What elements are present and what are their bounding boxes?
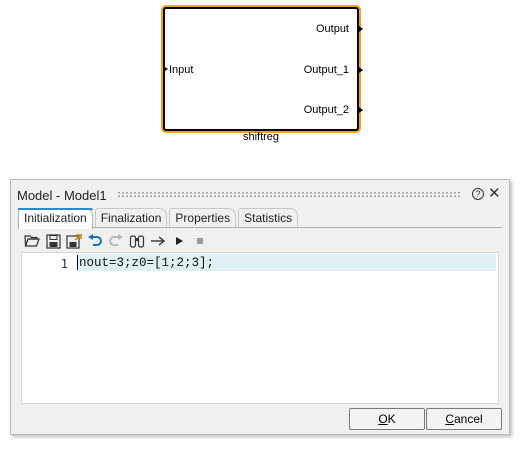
undo-icon[interactable] [85,232,105,250]
output-2-port-label: Output_2 [303,104,349,116]
save-icon[interactable] [43,232,63,250]
cancel-button[interactable]: Cancel [426,408,502,430]
find-icon[interactable] [127,232,147,250]
tab-bar: Initialization Finalization Properties S… [18,208,300,229]
output-1-port-label: Output_1 [303,64,349,76]
output-port-arrow [359,26,363,32]
tab-initialization[interactable]: Initialization [18,208,93,229]
line-number: 1 [60,257,68,271]
close-icon[interactable]: ✕ [488,184,501,202]
input-port-arrow [163,66,168,72]
output-port-label: Output [315,23,349,35]
block-name-label[interactable]: shiftreg [163,131,359,143]
output-2-port-arrow [359,107,363,113]
tab-finalization[interactable]: Finalization [94,208,168,228]
code-line-text[interactable]: nout=3;z0=[1;2;3]; [79,256,214,270]
model-dialog: Model - Model1 ? ✕ Initialization Finali… [10,179,510,435]
ok-label-rest: K [387,412,396,426]
code-editor[interactable]: 1 nout=3;z0=[1;2;3]; [21,252,499,404]
drag-grip[interactable] [117,191,461,198]
open-folder-icon[interactable] [22,232,42,250]
tab-statistics[interactable]: Statistics [238,208,299,228]
redo-icon[interactable] [106,232,126,250]
stop-icon[interactable] [190,232,210,250]
cancel-mnemonic: C [445,412,454,426]
line-gutter: 1 [22,253,77,403]
ok-mnemonic: O [378,412,388,426]
editor-toolbar [22,231,211,251]
help-icon[interactable]: ? [472,188,484,200]
ok-button[interactable]: OK [349,408,425,430]
save-as-icon[interactable] [64,232,84,250]
current-line-highlight[interactable]: nout=3;z0=[1;2;3]; [77,254,496,271]
tab-properties[interactable]: Properties [169,208,237,228]
input-port-label: Input [169,64,194,76]
dialog-title: Model - Model1 [17,188,107,203]
step-arrow-icon[interactable] [148,232,168,250]
output-1-port-arrow [359,67,363,73]
text-cursor [77,255,78,270]
shiftreg-block[interactable]: Input Output Output_1 Output_2 [163,7,363,131]
cancel-label-rest: ancel [453,412,483,426]
run-icon[interactable] [169,232,189,250]
